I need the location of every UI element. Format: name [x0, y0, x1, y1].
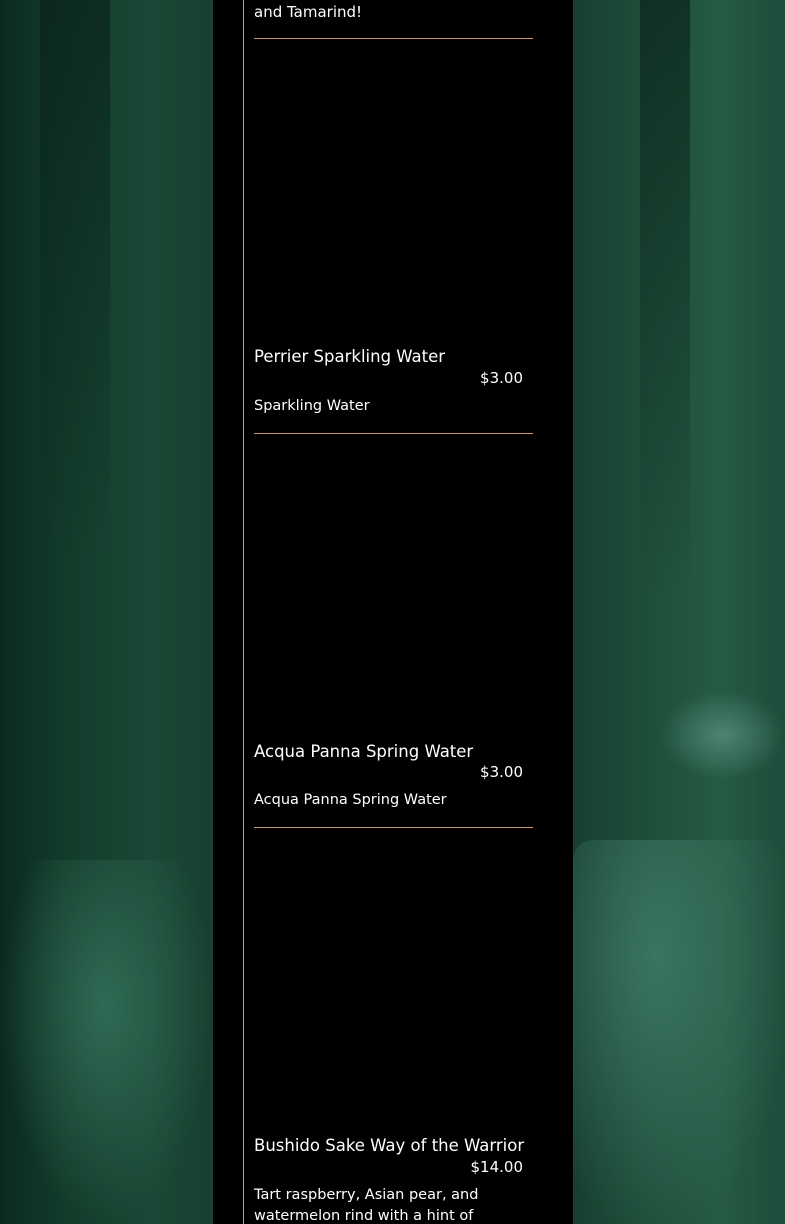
menu-accent-rail — [243, 0, 244, 1224]
menu-item-name[interactable]: Perrier Sparkling Water — [254, 347, 445, 367]
menu-item-description: Acqua Panna Spring Water — [254, 792, 447, 808]
menu-item-image[interactable] — [254, 39, 533, 339]
menu-item[interactable]: Perrier Sparkling Water $3.00 Sparkling … — [254, 39, 533, 434]
menu-item-image[interactable] — [254, 828, 533, 1128]
menu-item-name[interactable]: Acqua Panna Spring Water — [254, 742, 473, 762]
background-blur-highlight — [660, 690, 785, 780]
menu-item-price: $14.00 — [470, 1158, 524, 1176]
menu-panel: and Tamarind! Perrier Sparkling Water $3… — [213, 0, 573, 1224]
menu-item-description: Sparkling Water — [254, 398, 370, 414]
menu-item-name[interactable]: Bushido Sake Way of the Warrior — [254, 1136, 524, 1156]
menu-item[interactable]: Acqua Panna Spring Water $3.00 Acqua Pan… — [254, 434, 533, 828]
menu-item-description: Tart raspberry, Asian pear, and watermel… — [254, 1187, 479, 1224]
background-blur-right — [573, 840, 785, 1224]
background-blur-left — [0, 860, 213, 1224]
background-shadow-left — [40, 0, 110, 560]
menu-item-price: $3.00 — [480, 763, 523, 781]
menu-item-image[interactable] — [254, 434, 533, 734]
menu-item[interactable]: Bushido Sake Way of the Warrior $14.00 T… — [254, 828, 533, 1224]
background-shadow-right — [640, 0, 690, 600]
previous-item-description: and Tamarind! — [254, 3, 363, 21]
menu-item-price: $3.00 — [480, 369, 523, 387]
